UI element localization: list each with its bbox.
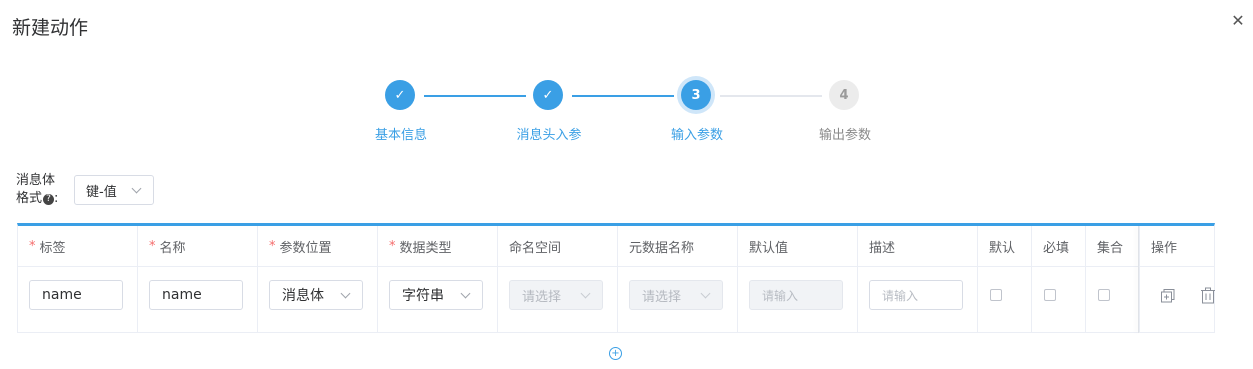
format-label-line1: 消息体 <box>16 173 56 188</box>
format-label-line2: 格式 <box>16 191 43 206</box>
chevron-down-icon <box>700 288 711 299</box>
header-metadata-name: 元数据名称 <box>618 226 738 266</box>
header-description: 描述 <box>858 226 978 266</box>
add-circle-icon[interactable]: + <box>609 347 622 360</box>
cell-data-type: 字符串 <box>378 267 498 333</box>
required-mark: * <box>149 238 156 254</box>
header-default-value: 默认值 <box>738 226 858 266</box>
header-label: 数据类型 <box>399 240 452 256</box>
required-mark: * <box>269 238 276 254</box>
copy-add-icon[interactable] <box>1160 288 1176 304</box>
format-colon: : <box>54 191 59 206</box>
cell-description: 请输入 <box>858 267 978 333</box>
default-checkbox[interactable] <box>990 289 1002 301</box>
step-label: 输出参数 <box>818 128 871 143</box>
description-input[interactable]: 请输入 <box>869 280 963 310</box>
cell-position: 消息体 <box>258 267 378 333</box>
step-number: 4 <box>829 80 859 110</box>
header-collection: 集合 <box>1086 226 1140 266</box>
header-label: 名称 <box>159 240 186 256</box>
tag-input[interactable]: name <box>29 280 123 310</box>
name-input[interactable]: name <box>149 280 243 310</box>
namespace-select[interactable]: 请选择 <box>509 280 603 310</box>
required-mark: * <box>29 238 36 254</box>
collection-checkbox[interactable] <box>1098 289 1110 301</box>
check-icon: ✓ <box>533 80 563 110</box>
cell-metadata-name: 请选择 <box>618 267 738 333</box>
metadata-select[interactable]: 请选择 <box>629 280 723 310</box>
step-label: 输入参数 <box>670 128 723 143</box>
close-icon[interactable]: ✕ <box>1228 10 1248 30</box>
step-number: 3 <box>681 80 711 110</box>
chevron-down-icon <box>460 288 471 299</box>
header-label: 标签 <box>39 240 66 256</box>
default-value-input[interactable]: 请输入 <box>749 280 843 310</box>
cell-operations <box>1140 267 1216 333</box>
chevron-down-icon <box>340 288 351 299</box>
required-checkbox[interactable] <box>1044 289 1056 301</box>
cell-required <box>1032 267 1086 333</box>
cell-namespace: 请选择 <box>498 267 618 333</box>
data-type-select[interactable]: 字符串 <box>389 280 483 310</box>
header-default: 默认 <box>978 226 1032 266</box>
trash-icon[interactable] <box>1200 287 1216 304</box>
cell-default-value: 请输入 <box>738 267 858 333</box>
position-value: 消息体 <box>282 288 324 304</box>
cell-name: name <box>138 267 258 333</box>
metadata-placeholder: 请选择 <box>642 289 682 305</box>
header-required: 必填 <box>1032 226 1086 266</box>
namespace-placeholder: 请选择 <box>522 289 562 305</box>
header-name: * 名称 <box>138 226 258 266</box>
step-connector <box>424 95 526 97</box>
dialog-title: 新建动作 <box>12 17 89 39</box>
step-connector <box>572 95 674 97</box>
format-label: 消息体 格式?: <box>16 172 58 208</box>
step-connector <box>720 95 822 97</box>
help-icon[interactable]: ? <box>43 194 55 205</box>
check-icon: ✓ <box>385 80 415 110</box>
format-select[interactable]: 键-值 <box>74 175 154 205</box>
params-table: * 标签 * 名称 * 参数位置 * 数据类型 命名空间 元数据名称 默认值 描述 默认… <box>17 223 1215 333</box>
step-label: 基本信息 <box>374 128 427 143</box>
fixed-column-divider <box>1138 226 1139 333</box>
format-select-value: 键-值 <box>86 184 117 200</box>
cell-default <box>978 267 1032 333</box>
step-label: 消息头入参 <box>516 128 582 143</box>
chevron-down-icon <box>131 183 142 194</box>
header-position: * 参数位置 <box>258 226 378 266</box>
cell-tag: name <box>18 267 138 333</box>
data-type-value: 字符串 <box>402 288 444 304</box>
cell-collection <box>1086 267 1140 333</box>
header-tag: * 标签 <box>18 226 138 266</box>
required-mark: * <box>389 238 396 254</box>
header-namespace: 命名空间 <box>498 226 618 266</box>
header-data-type: * 数据类型 <box>378 226 498 266</box>
header-operations: 操作 <box>1151 240 1178 256</box>
header-label: 参数位置 <box>279 240 332 256</box>
chevron-down-icon <box>580 288 591 299</box>
position-select[interactable]: 消息体 <box>269 280 363 310</box>
